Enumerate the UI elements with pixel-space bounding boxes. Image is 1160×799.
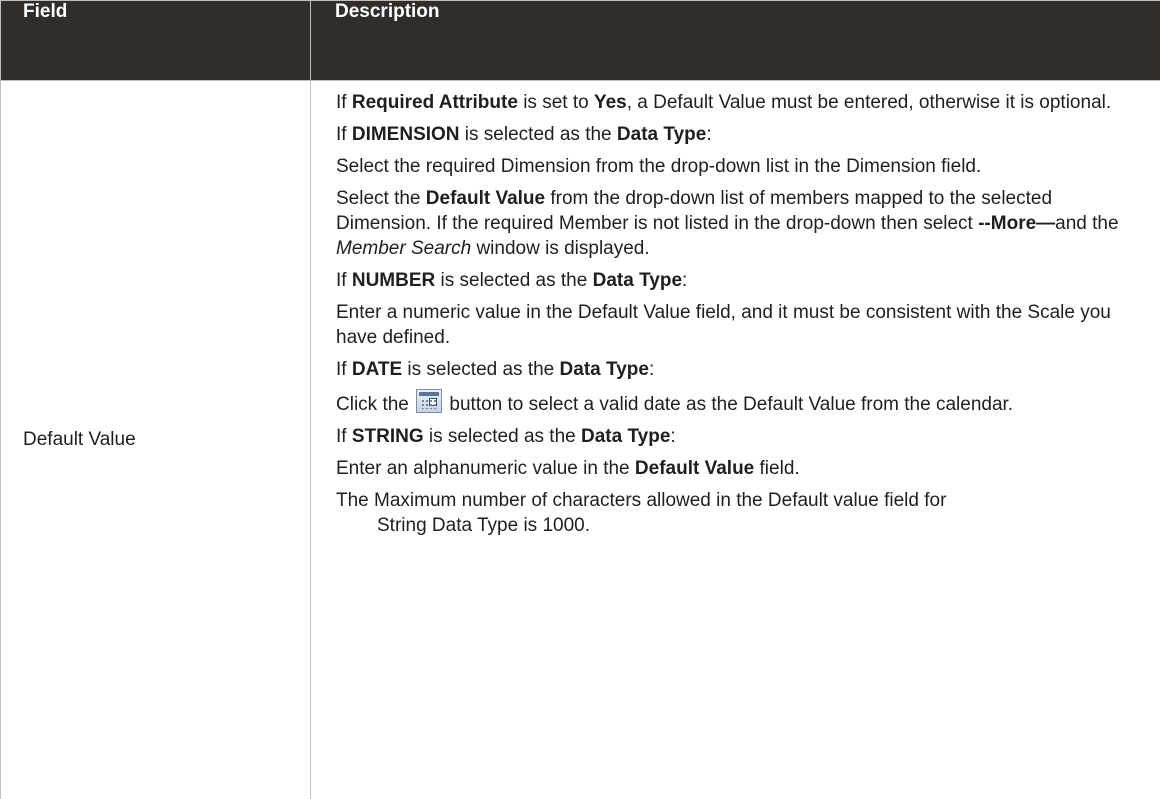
max-characters-note: The Maximum number of characters allowed… — [336, 490, 947, 511]
description-column-header: Description — [310, 0, 1160, 81]
field-description-table: Field Description Default Value If Requi… — [0, 0, 1160, 799]
description-cell: If Required Attribute is set to Yes, a D… — [310, 80, 1160, 799]
number-instruction: Enter a numeric value in the Default Val… — [336, 302, 1111, 348]
dimension-heading: If DIMENSION is selected as the Data Typ… — [336, 124, 712, 145]
calendar-icon — [416, 389, 443, 413]
string-heading: If STRING is selected as the Data Type: — [336, 426, 676, 447]
default-value-instruction: Select the Default Value from the drop-d… — [336, 188, 1119, 259]
date-instruction: Click the button to select a valid date … — [336, 389, 1140, 417]
field-name-cell: Default Value — [0, 80, 311, 799]
date-heading: If DATE is selected as the Data Type: — [336, 359, 655, 380]
string-instruction: Enter an alphanumeric value in the Defau… — [336, 458, 800, 479]
table-row: Default Value If Required Attribute is s… — [0, 80, 1160, 799]
max-characters-note-continued: String Data Type is 1000. — [377, 515, 590, 536]
table-header-row: Field Description — [0, 0, 1160, 81]
dimension-instruction: Select the required Dimension from the d… — [336, 156, 982, 177]
required-attribute-note: If Required Attribute is set to Yes, a D… — [336, 92, 1112, 113]
field-column-header: Field — [0, 0, 311, 81]
number-heading: If NUMBER is selected as the Data Type: — [336, 270, 688, 291]
